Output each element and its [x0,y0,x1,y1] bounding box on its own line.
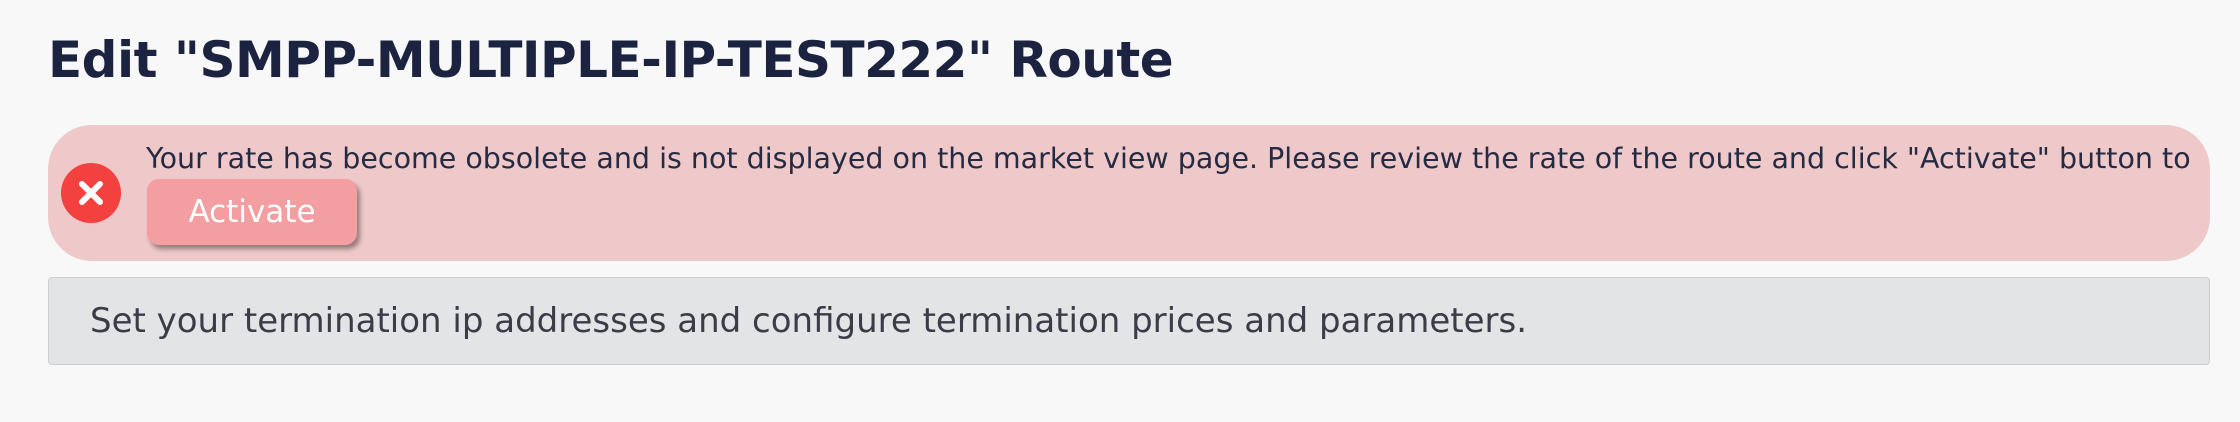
page-title: Edit "SMPP-MULTIPLE-IP-TEST222" Route [48,31,1174,89]
obsolete-rate-alert: Your rate has become obsolete and is not… [48,125,2210,261]
activate-button[interactable]: Activate [147,179,357,245]
error-icon [61,163,121,223]
info-box: Set your termination ip addresses and co… [48,277,2210,365]
alert-message: Your rate has become obsolete and is not… [146,142,2196,175]
edit-route-page: Edit "SMPP-MULTIPLE-IP-TEST222" Route Yo… [0,0,2240,422]
info-text: Set your termination ip addresses and co… [90,301,1528,341]
